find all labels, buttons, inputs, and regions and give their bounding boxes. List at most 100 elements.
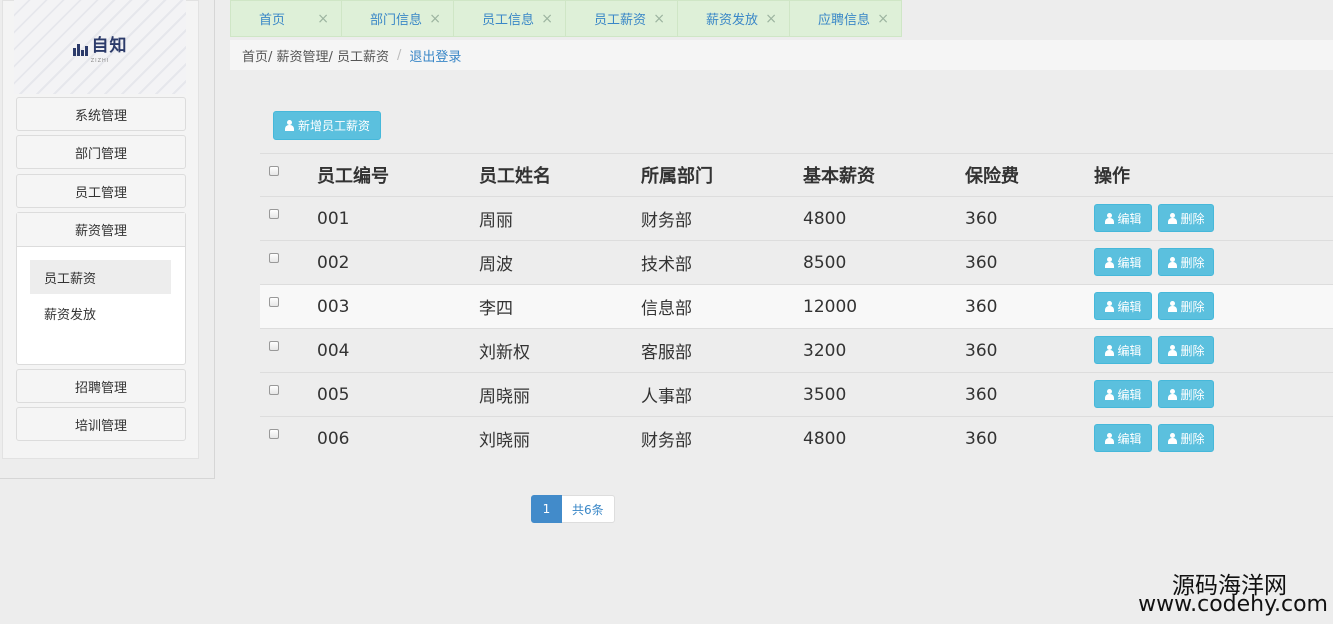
pagination: 1 共6条 bbox=[531, 495, 615, 523]
row-checkbox[interactable] bbox=[269, 209, 279, 219]
table-row: 001 周丽 财务部 4800 360 编辑 删除 bbox=[260, 196, 1333, 240]
tab-department-info[interactable]: 部门信息 × bbox=[342, 0, 454, 37]
cell-employee-name: 李四 bbox=[479, 299, 513, 319]
cell-department: 技术部 bbox=[641, 255, 692, 275]
user-icon bbox=[1104, 344, 1115, 356]
sidebar-item-recruitment[interactable]: 招聘管理 bbox=[16, 369, 186, 403]
tab-employee-info[interactable]: 员工信息 × bbox=[454, 0, 566, 37]
cell-employee-id: 001 bbox=[317, 208, 350, 229]
row-checkbox[interactable] bbox=[269, 429, 279, 439]
logout-link[interactable]: 退出登录 bbox=[409, 46, 461, 65]
cell-employee-name: 周晓丽 bbox=[479, 387, 530, 407]
table-row: 006 刘晓丽 财务部 4800 360 编辑 删除 bbox=[260, 416, 1333, 460]
close-icon[interactable]: × bbox=[653, 11, 665, 27]
cell-base-salary: 3500 bbox=[803, 384, 847, 405]
edit-button[interactable]: 编辑 bbox=[1094, 424, 1152, 452]
cell-employee-id: 004 bbox=[317, 340, 350, 361]
header-insurance: 保险费 bbox=[965, 166, 1019, 187]
sidebar-item-employee[interactable]: 员工管理 bbox=[16, 174, 186, 208]
logo-text: 自知 bbox=[91, 35, 128, 56]
tab-label: 应聘信息 bbox=[818, 13, 871, 28]
sidebar-item-training[interactable]: 培训管理 bbox=[16, 407, 186, 441]
delete-label: 删除 bbox=[1180, 387, 1205, 402]
breadcrumb-path: 首页/ 薪资管理/ 员工薪资 bbox=[242, 49, 390, 65]
cell-department: 客服部 bbox=[641, 343, 692, 363]
edit-button[interactable]: 编辑 bbox=[1094, 380, 1152, 408]
cell-base-salary: 12000 bbox=[803, 296, 858, 317]
add-employee-salary-button[interactable]: 新增员工薪资 bbox=[273, 111, 382, 140]
page-total-count: 共6条 bbox=[562, 495, 615, 523]
cell-department: 财务部 bbox=[641, 431, 692, 451]
row-checkbox[interactable] bbox=[269, 385, 279, 395]
close-icon[interactable]: × bbox=[541, 11, 553, 27]
row-checkbox[interactable] bbox=[269, 341, 279, 351]
cell-department: 人事部 bbox=[641, 387, 692, 407]
sidebar-item-salary[interactable]: 薪资管理 bbox=[17, 213, 185, 247]
add-button-label: 新增员工薪资 bbox=[298, 119, 371, 133]
logo-subtext: ZIZHI bbox=[90, 57, 110, 64]
close-icon[interactable]: × bbox=[317, 11, 329, 27]
user-icon bbox=[1167, 300, 1178, 312]
delete-button[interactable]: 删除 bbox=[1158, 292, 1214, 320]
sidebar-group-salary: 薪资管理 员工薪资 薪资发放 bbox=[16, 212, 186, 365]
delete-button[interactable]: 删除 bbox=[1158, 204, 1214, 232]
cell-employee-name: 刘新权 bbox=[479, 343, 530, 363]
delete-button[interactable]: 删除 bbox=[1158, 248, 1214, 276]
edit-label: 编辑 bbox=[1117, 211, 1142, 226]
salary-table: 员工编号 员工姓名 所属部门 基本薪资 保险费 操作 001 周丽 财务部 48… bbox=[260, 153, 1333, 460]
delete-button[interactable]: 删除 bbox=[1158, 336, 1214, 364]
delete-button[interactable]: 删除 bbox=[1158, 380, 1214, 408]
tab-salary-payment[interactable]: 薪资发放 × bbox=[678, 0, 790, 37]
tab-home[interactable]: 首页 × bbox=[230, 0, 342, 37]
cell-employee-id: 005 bbox=[317, 384, 350, 405]
user-icon bbox=[1104, 388, 1115, 400]
edit-button[interactable]: 编辑 bbox=[1094, 204, 1152, 232]
tab-employee-salary[interactable]: 员工薪资 × bbox=[566, 0, 678, 37]
header-base-salary: 基本薪资 bbox=[803, 166, 875, 187]
cell-employee-name: 周波 bbox=[479, 255, 513, 275]
row-checkbox[interactable] bbox=[269, 297, 279, 307]
user-icon bbox=[1104, 256, 1115, 268]
user-icon bbox=[1167, 212, 1178, 224]
sidebar-item-system[interactable]: 系统管理 bbox=[16, 97, 186, 131]
page-number-current[interactable]: 1 bbox=[531, 495, 562, 523]
close-icon[interactable]: × bbox=[765, 11, 777, 27]
cell-insurance: 360 bbox=[965, 428, 998, 449]
cell-base-salary: 4800 bbox=[803, 428, 847, 449]
edit-label: 编辑 bbox=[1117, 431, 1142, 446]
select-all-checkbox[interactable] bbox=[269, 166, 279, 176]
cell-insurance: 360 bbox=[965, 384, 998, 405]
user-icon bbox=[1167, 344, 1178, 356]
edit-button[interactable]: 编辑 bbox=[1094, 248, 1152, 276]
delete-label: 删除 bbox=[1180, 343, 1205, 358]
table-row: 004 刘新权 客服部 3200 360 编辑 删除 bbox=[260, 328, 1333, 372]
breadcrumb-separator: / bbox=[397, 47, 402, 63]
cell-insurance: 360 bbox=[965, 208, 998, 229]
sidebar-item-department[interactable]: 部门管理 bbox=[16, 135, 186, 169]
cell-insurance: 360 bbox=[965, 340, 998, 361]
edit-button[interactable]: 编辑 bbox=[1094, 292, 1152, 320]
row-checkbox[interactable] bbox=[269, 253, 279, 263]
cell-employee-name: 刘晓丽 bbox=[479, 431, 530, 451]
sidebar-subitem-salary-payment[interactable]: 薪资发放 bbox=[30, 296, 171, 330]
delete-label: 删除 bbox=[1180, 255, 1205, 270]
user-icon bbox=[1167, 388, 1178, 400]
delete-label: 删除 bbox=[1180, 299, 1205, 314]
logo-bars-icon bbox=[72, 43, 88, 56]
header-department: 所属部门 bbox=[641, 166, 713, 187]
sidebar-subitem-employee-salary[interactable]: 员工薪资 bbox=[30, 260, 171, 294]
header-employee-name: 员工姓名 bbox=[479, 166, 551, 187]
cell-employee-id: 006 bbox=[317, 428, 350, 449]
close-icon[interactable]: × bbox=[429, 11, 441, 27]
edit-button[interactable]: 编辑 bbox=[1094, 336, 1152, 364]
delete-label: 删除 bbox=[1180, 431, 1205, 446]
user-icon bbox=[1167, 432, 1178, 444]
tab-label: 薪资发放 bbox=[706, 13, 759, 28]
delete-button[interactable]: 删除 bbox=[1158, 424, 1214, 452]
edit-label: 编辑 bbox=[1117, 343, 1142, 358]
close-icon[interactable]: × bbox=[877, 11, 889, 27]
logo: 自知 ZIZHI bbox=[14, 0, 186, 94]
watermark-url: www.codehy.com bbox=[1138, 592, 1328, 617]
tab-applicant-info[interactable]: 应聘信息 × bbox=[790, 0, 902, 37]
breadcrumb: 首页/ 薪资管理/ 员工薪资 / 退出登录 bbox=[230, 40, 1333, 70]
